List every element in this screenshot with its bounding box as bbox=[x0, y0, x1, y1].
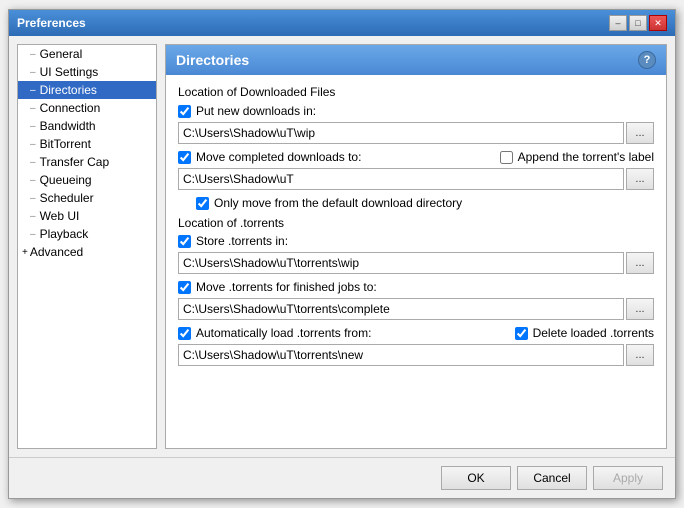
sidebar-label-bittorrent: BitTorrent bbox=[40, 137, 91, 151]
store-torrents-row: Store .torrents in: bbox=[178, 234, 654, 248]
store-torrents-label: Store .torrents in: bbox=[196, 234, 288, 248]
put-new-path-row: ... bbox=[178, 122, 654, 144]
sidebar-label-queueing: Queueing bbox=[40, 173, 92, 187]
sidebar-label-bandwidth: Bandwidth bbox=[40, 119, 96, 133]
put-new-browse-button[interactable]: ... bbox=[626, 122, 654, 144]
append-label-row: Append the torrent's label bbox=[500, 150, 654, 164]
window-title: Preferences bbox=[17, 16, 86, 30]
content-title: Directories bbox=[176, 52, 249, 68]
store-path-input[interactable] bbox=[178, 252, 624, 274]
only-move-label: Only move from the default download dire… bbox=[214, 196, 462, 210]
sidebar-item-general[interactable]: – General bbox=[18, 45, 156, 63]
sidebar-label-web-ui: Web UI bbox=[40, 209, 80, 223]
content-header: Directories ? bbox=[166, 45, 666, 75]
move-completed-path-input[interactable] bbox=[178, 168, 624, 190]
append-label-label: Append the torrent's label bbox=[518, 150, 654, 164]
auto-load-checkbox-row: Automatically load .torrents from: bbox=[178, 326, 371, 340]
auto-load-path-input[interactable] bbox=[178, 344, 624, 366]
close-button[interactable]: ✕ bbox=[649, 15, 667, 31]
move-finished-browse-button[interactable]: ... bbox=[626, 298, 654, 320]
move-finished-path-row: ... bbox=[178, 298, 654, 320]
move-finished-checkbox[interactable] bbox=[178, 281, 191, 294]
move-completed-browse-button[interactable]: ... bbox=[626, 168, 654, 190]
move-finished-path-input[interactable] bbox=[178, 298, 624, 320]
sidebar-item-playback[interactable]: – Playback bbox=[18, 225, 156, 243]
move-completed-checkbox[interactable] bbox=[178, 151, 191, 164]
dialog-body: – General – UI Settings – Directories – … bbox=[9, 36, 675, 457]
sidebar-item-bandwidth[interactable]: – Bandwidth bbox=[18, 117, 156, 135]
move-completed-label: Move completed downloads to: bbox=[196, 150, 361, 164]
put-new-downloads-label: Put new downloads in: bbox=[196, 104, 316, 118]
sidebar-label-general: General bbox=[40, 47, 83, 61]
store-torrents-checkbox[interactable] bbox=[178, 235, 191, 248]
auto-load-path-row: ... bbox=[178, 344, 654, 366]
sidebar-label-ui-settings: UI Settings bbox=[40, 65, 99, 79]
dash-icon: – bbox=[30, 229, 36, 240]
maximize-button[interactable]: □ bbox=[629, 15, 647, 31]
sidebar-label-scheduler: Scheduler bbox=[40, 191, 94, 205]
sidebar-item-queueing[interactable]: – Queueing bbox=[18, 171, 156, 189]
dash-icon: – bbox=[30, 139, 36, 150]
move-completed-path-row: ... bbox=[178, 168, 654, 190]
sidebar-item-connection[interactable]: – Connection bbox=[18, 99, 156, 117]
dash-icon: – bbox=[30, 193, 36, 204]
preferences-dialog: Preferences – □ ✕ – General – UI Setting… bbox=[8, 9, 676, 499]
auto-load-checkbox[interactable] bbox=[178, 327, 191, 340]
sidebar-item-scheduler[interactable]: – Scheduler bbox=[18, 189, 156, 207]
dash-icon: – bbox=[30, 211, 36, 222]
downloaded-files-section-label: Location of Downloaded Files bbox=[178, 85, 654, 99]
sidebar-item-web-ui[interactable]: – Web UI bbox=[18, 207, 156, 225]
cancel-button[interactable]: Cancel bbox=[517, 466, 587, 490]
sidebar-item-ui-settings[interactable]: – UI Settings bbox=[18, 63, 156, 81]
dialog-footer: OK Cancel Apply bbox=[9, 457, 675, 498]
sidebar-item-bittorrent[interactable]: – BitTorrent bbox=[18, 135, 156, 153]
sidebar-label-directories: Directories bbox=[40, 83, 97, 97]
auto-load-row: Automatically load .torrents from: Delet… bbox=[178, 326, 654, 340]
store-path-row: ... bbox=[178, 252, 654, 274]
dash-icon: – bbox=[30, 157, 36, 168]
only-move-checkbox[interactable] bbox=[196, 197, 209, 210]
dash-icon: – bbox=[30, 85, 36, 96]
sidebar-label-advanced: Advanced bbox=[30, 245, 83, 259]
title-bar: Preferences – □ ✕ bbox=[9, 10, 675, 36]
delete-loaded-row: Delete loaded .torrents bbox=[515, 326, 654, 340]
dash-icon: – bbox=[30, 103, 36, 114]
help-button[interactable]: ? bbox=[638, 51, 656, 69]
move-finished-label: Move .torrents for finished jobs to: bbox=[196, 280, 377, 294]
auto-load-label: Automatically load .torrents from: bbox=[196, 326, 371, 340]
content-area: Directories ? Location of Downloaded Fil… bbox=[165, 44, 667, 449]
title-bar-controls: – □ ✕ bbox=[609, 15, 667, 31]
sidebar-item-advanced[interactable]: + Advanced bbox=[18, 243, 156, 261]
only-move-row: Only move from the default download dire… bbox=[196, 196, 654, 210]
sidebar: – General – UI Settings – Directories – … bbox=[17, 44, 157, 449]
sidebar-label-connection: Connection bbox=[40, 101, 101, 115]
apply-button[interactable]: Apply bbox=[593, 466, 663, 490]
put-new-downloads-checkbox[interactable] bbox=[178, 105, 191, 118]
append-label-checkbox[interactable] bbox=[500, 151, 513, 164]
minimize-button[interactable]: – bbox=[609, 15, 627, 31]
ok-button[interactable]: OK bbox=[441, 466, 511, 490]
sidebar-item-directories[interactable]: – Directories bbox=[18, 81, 156, 99]
auto-load-browse-button[interactable]: ... bbox=[626, 344, 654, 366]
sidebar-label-transfer-cap: Transfer Cap bbox=[40, 155, 110, 169]
move-completed-checkbox-row: Move completed downloads to: bbox=[178, 150, 361, 164]
put-new-downloads-row: Put new downloads in: bbox=[178, 104, 654, 118]
expand-icon: + bbox=[22, 247, 28, 258]
delete-loaded-checkbox[interactable] bbox=[515, 327, 528, 340]
delete-loaded-label: Delete loaded .torrents bbox=[533, 326, 654, 340]
sidebar-label-playback: Playback bbox=[40, 227, 89, 241]
torrents-section-label: Location of .torrents bbox=[178, 216, 654, 230]
dash-icon: – bbox=[30, 49, 36, 60]
dash-icon: – bbox=[30, 121, 36, 132]
dash-icon: – bbox=[30, 67, 36, 78]
move-completed-row: Move completed downloads to: Append the … bbox=[178, 150, 654, 164]
put-new-path-input[interactable] bbox=[178, 122, 624, 144]
content-body: Location of Downloaded Files Put new dow… bbox=[166, 75, 666, 448]
move-finished-row: Move .torrents for finished jobs to: bbox=[178, 280, 654, 294]
store-browse-button[interactable]: ... bbox=[626, 252, 654, 274]
dash-icon: – bbox=[30, 175, 36, 186]
sidebar-item-transfer-cap[interactable]: – Transfer Cap bbox=[18, 153, 156, 171]
